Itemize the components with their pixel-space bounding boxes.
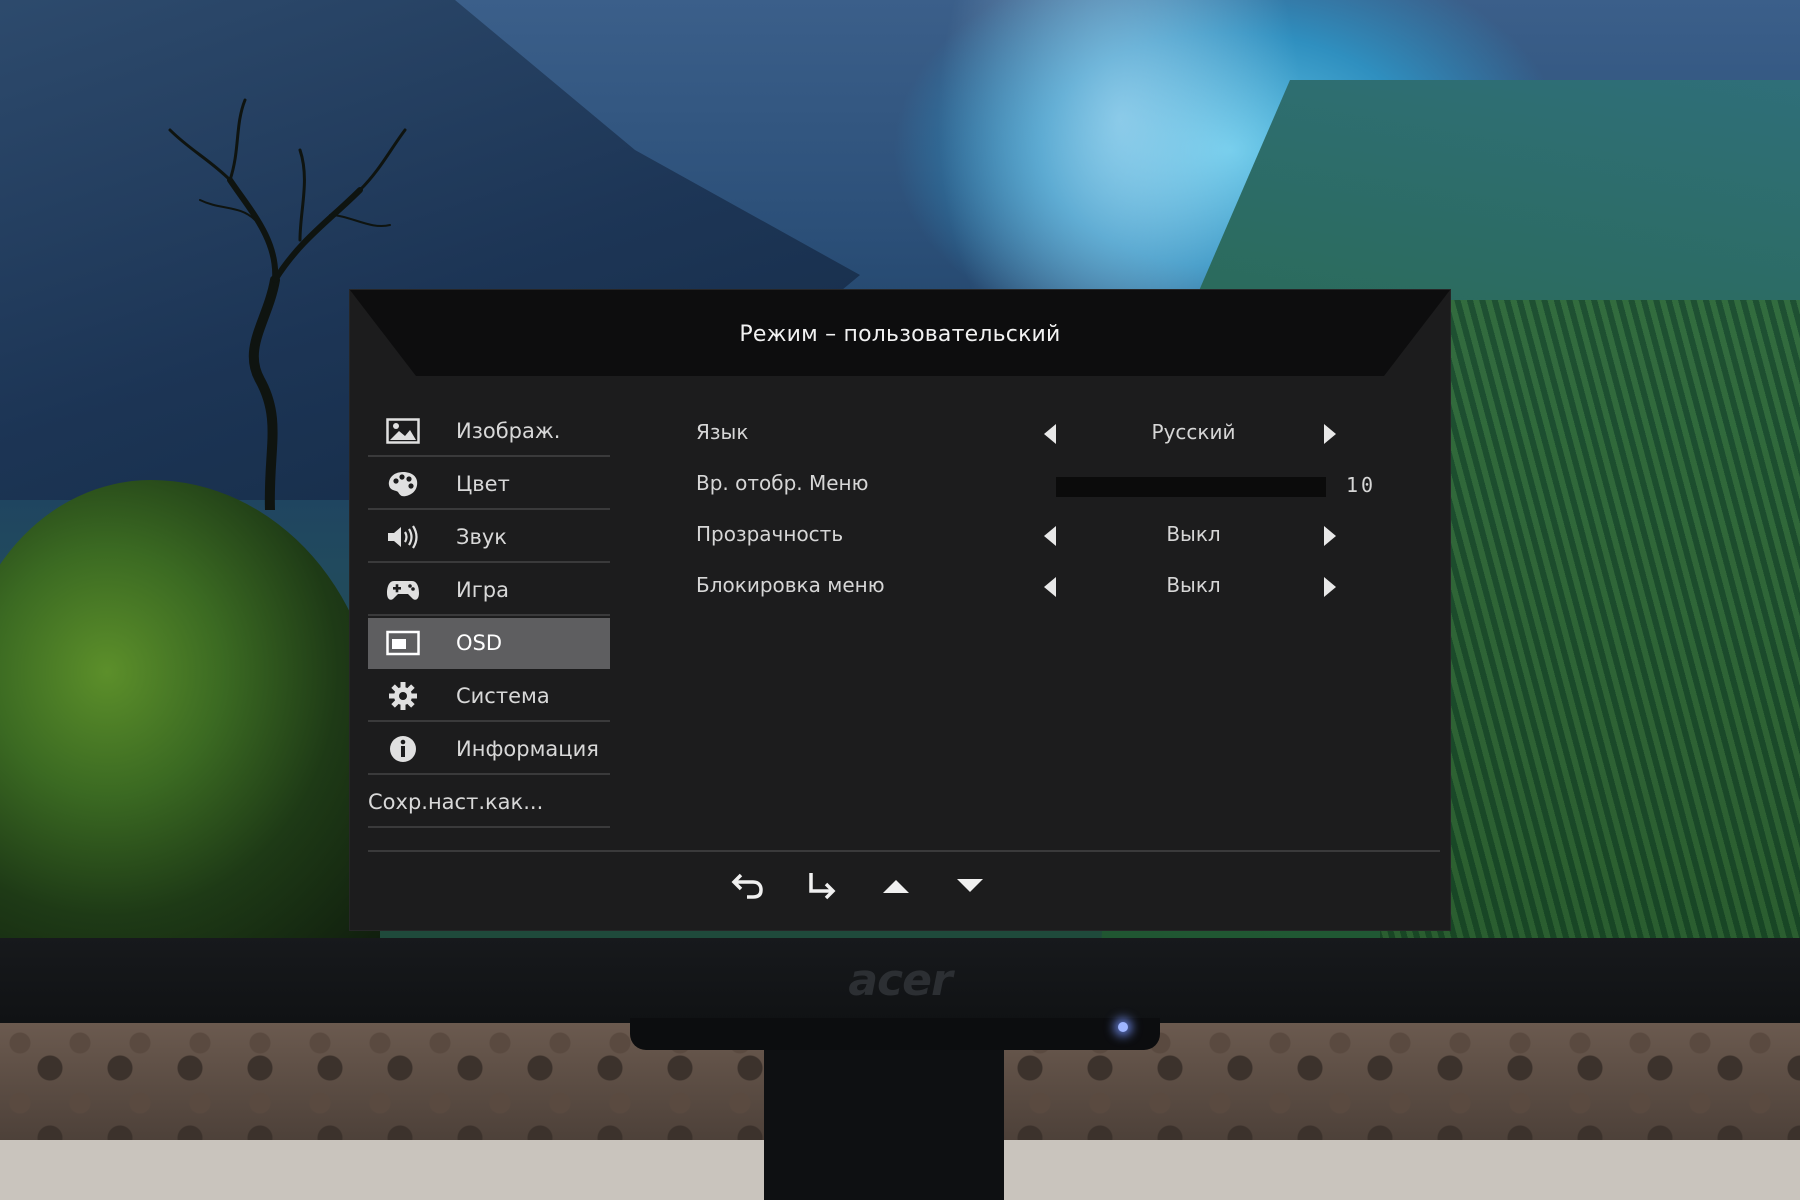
menu-item-label: Звук [456,524,507,549]
menu-item-label: Сохр.наст.как... [368,789,544,814]
up-triangle-icon[interactable] [878,868,914,904]
timeout-slider[interactable] [1056,477,1326,497]
menu-item-save-settings-as[interactable]: Сохр.наст.как... [368,777,610,828]
setting-value: Русский [1151,420,1236,444]
setting-value: Выкл [1166,522,1221,546]
menu-item-label: Информация [456,736,599,761]
osd-nav-buttons [730,868,988,904]
osd-title: Режим – пользовательский [739,322,1061,347]
speaker-icon [384,522,422,552]
setting-name: Прозрачность [696,522,844,546]
setting-name: Язык [696,420,749,444]
menu-item-label: OSD [456,630,503,655]
menu-item-information[interactable]: Информация [368,724,610,775]
right-arrow-icon[interactable] [1324,526,1336,546]
left-arrow-icon[interactable] [1044,424,1056,444]
setting-name: Вр. отобр. Меню [696,471,869,495]
right-arrow-icon[interactable] [1324,577,1336,597]
left-arrow-icon[interactable] [1044,526,1056,546]
menu-item-label: Изображ. [456,418,561,443]
menu-item-osd[interactable]: OSD [368,618,610,669]
menu-item-system[interactable]: Система [368,671,610,722]
picture-icon [384,416,422,446]
osd-category-menu: Изображ. Цвет Звук Игра OSD Система Инфо… [368,406,610,830]
power-led [1118,1022,1128,1032]
setting-row-transparency[interactable]: Прозрачность Выкл [696,510,1426,561]
palette-icon [384,469,422,499]
back-arrow-icon[interactable] [730,868,766,904]
info-icon [384,734,422,764]
setting-row-language[interactable]: Язык Русский [696,408,1426,459]
setting-row-menu-lock[interactable]: Блокировка меню Выкл [696,561,1426,612]
right-arrow-icon[interactable] [1324,424,1336,444]
menu-item-label: Система [456,683,550,708]
footer-divider [368,850,1440,852]
menu-item-game[interactable]: Игра [368,565,610,616]
menu-item-color[interactable]: Цвет [368,459,610,510]
osd-window-icon [384,628,422,658]
monitor-stand [764,1050,1004,1200]
setting-value: 10 [1346,473,1377,497]
down-triangle-icon[interactable] [952,868,988,904]
left-arrow-icon[interactable] [1044,577,1056,597]
menu-item-image[interactable]: Изображ. [368,406,610,457]
setting-row-menu-timeout[interactable]: Вр. отобр. Меню 10 [696,459,1426,510]
brand-logo: acer [848,955,952,1006]
enter-arrow-icon[interactable] [804,868,840,904]
gear-icon [384,681,422,711]
osd-settings-list: Язык Русский Вр. отобр. Меню 10 Прозрачн… [696,408,1426,612]
menu-item-label: Цвет [456,471,510,496]
setting-name: Блокировка меню [696,573,885,597]
menu-item-sound[interactable]: Звук [368,512,610,563]
setting-value: Выкл [1166,573,1221,597]
monitor-chin [630,1018,1160,1050]
osd-menu-panel: Режим – пользовательский Изображ. Цвет З… [350,290,1450,930]
gamepad-icon [384,575,422,605]
menu-item-label: Игра [456,577,509,602]
mossy-hill [0,480,380,945]
